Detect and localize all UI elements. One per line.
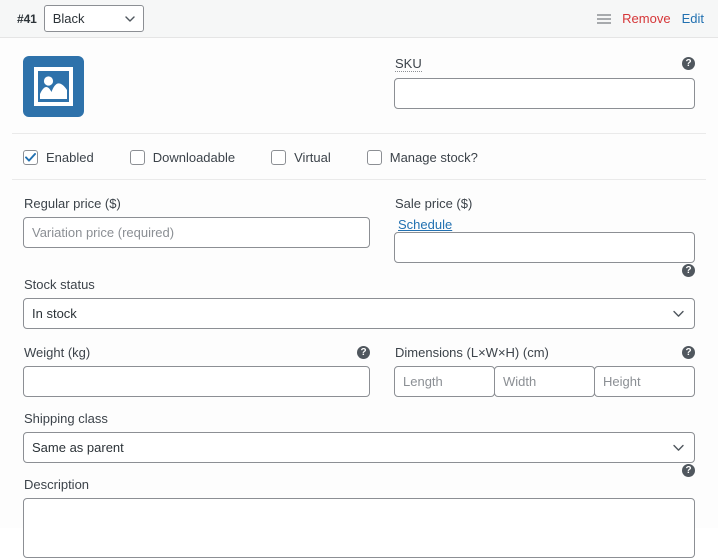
- weight-label: Weight (kg): [24, 345, 91, 360]
- checkbox-label: Downloadable: [152, 150, 236, 165]
- checkbox-label: Manage stock?: [389, 150, 478, 165]
- checkbox-box[interactable]: [23, 150, 38, 165]
- checkbox-label: Virtual: [294, 150, 331, 165]
- remove-variation-link[interactable]: Remove: [622, 11, 670, 26]
- sale-price-input[interactable]: [394, 232, 695, 263]
- stock-status-help-icon[interactable]: ?: [682, 264, 695, 277]
- sku-help-icon[interactable]: ?: [682, 57, 695, 70]
- product-variation-panel: #41 Black Remove Edit SKU ? Enabled Down…: [0, 0, 718, 558]
- dimension-height-input[interactable]: [594, 366, 695, 397]
- variation-flags-row: Enabled Downloadable Virtual Manage stoc…: [0, 134, 718, 179]
- checkbox-enabled[interactable]: Enabled: [23, 150, 94, 165]
- dimension-width-input[interactable]: [494, 366, 595, 397]
- stock-status-field: Stock status ? In stock: [0, 263, 718, 329]
- checkbox-box[interactable]: [129, 150, 145, 165]
- sku-label: SKU: [395, 56, 422, 72]
- checkbox-virtual[interactable]: Virtual: [271, 150, 331, 165]
- shipping-class-field: Shipping class Same as parent: [0, 397, 718, 463]
- stock-status-label: Stock status: [24, 277, 95, 292]
- dimensions-help-icon[interactable]: ?: [682, 346, 695, 359]
- description-textarea[interactable]: [23, 498, 695, 558]
- variation-number: #41: [17, 11, 37, 26]
- shipping-class-label: Shipping class: [24, 411, 108, 426]
- handle-line: [597, 21, 612, 24]
- handle-line: [597, 13, 612, 16]
- header-actions: Remove Edit: [597, 11, 704, 26]
- sale-price-label: Sale price ($): [395, 196, 473, 211]
- shipping-class-select-wrapper: Same as parent: [23, 432, 695, 463]
- regular-price-field: Regular price ($): [23, 196, 370, 263]
- regular-price-label: Regular price ($): [24, 196, 121, 211]
- weight-input[interactable]: [23, 366, 370, 397]
- handle-line: [597, 17, 612, 20]
- sale-price-field: Sale price ($) Schedule: [370, 196, 695, 263]
- description-field: Description ?: [0, 463, 718, 558]
- checkmark-icon: [25, 153, 36, 162]
- image-sku-row: SKU ?: [0, 38, 718, 117]
- stock-status-select[interactable]: In stock: [23, 298, 695, 329]
- checkbox-box[interactable]: [271, 150, 287, 165]
- edit-variation-link[interactable]: Edit: [682, 11, 704, 26]
- weight-field: Weight (kg) ?: [23, 345, 370, 397]
- sku-input[interactable]: [394, 78, 695, 109]
- variation-header: #41 Black Remove Edit: [0, 0, 718, 38]
- dimension-length-input[interactable]: [394, 366, 495, 397]
- sale-price-schedule-link[interactable]: Schedule: [398, 217, 452, 232]
- description-help-icon[interactable]: ?: [682, 464, 695, 477]
- price-row: Regular price ($) Sale price ($) Schedule: [0, 180, 718, 263]
- dimensions-inputs: [394, 366, 695, 397]
- shipping-class-select[interactable]: Same as parent: [23, 432, 695, 463]
- weight-dimensions-row: Weight (kg) ? Dimensions (L×W×H) (cm) ?: [0, 329, 718, 397]
- dimensions-label: Dimensions (L×W×H) (cm): [395, 345, 549, 360]
- checkbox-downloadable[interactable]: Downloadable: [129, 150, 236, 165]
- checkbox-box[interactable]: [366, 150, 382, 165]
- weight-help-icon[interactable]: ?: [357, 346, 370, 359]
- description-label: Description: [24, 477, 90, 492]
- image-placeholder-icon: [34, 67, 73, 106]
- drag-handle-icon[interactable]: [597, 12, 612, 26]
- dimensions-field: Dimensions (L×W×H) (cm) ?: [370, 345, 695, 397]
- attribute-select[interactable]: Black: [43, 5, 144, 32]
- variation-body: SKU ? Enabled Downloadable Virtual Manag…: [0, 38, 718, 558]
- regular-price-input[interactable]: [23, 217, 370, 248]
- stock-status-select-wrapper: In stock: [23, 298, 695, 329]
- checkbox-label: Enabled: [46, 150, 94, 165]
- sku-column: SKU ?: [370, 56, 695, 117]
- variation-image-column: [23, 56, 370, 117]
- variation-image-placeholder[interactable]: [23, 56, 84, 117]
- checkbox-manage-stock[interactable]: Manage stock?: [366, 150, 478, 165]
- attribute-select-wrapper: Black: [43, 5, 144, 32]
